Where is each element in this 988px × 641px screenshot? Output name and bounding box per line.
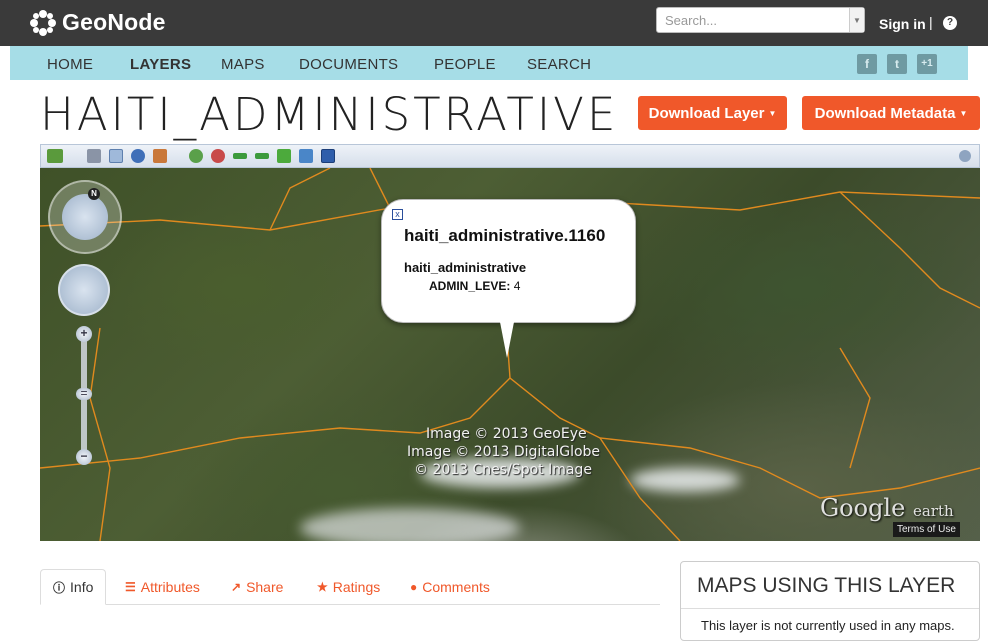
tab-comments-label: Comments <box>422 579 490 595</box>
divider <box>681 608 979 609</box>
tab-ratings-label: Ratings <box>332 579 381 595</box>
nav-layers[interactable]: LAYERS <box>130 56 191 73</box>
imagery-credit: © 2013 Cnes/Spot Image <box>414 462 592 478</box>
popup-attribute: ADMIN_LEVE: 4 <box>429 279 520 293</box>
popup-attr-name: ADMIN_LEVE: <box>429 279 511 293</box>
zoom-out-icon[interactable] <box>211 149 225 163</box>
comment-icon: ● <box>410 580 418 594</box>
map-help-icon[interactable] <box>959 150 971 162</box>
search-dropdown-icon[interactable]: ▼ <box>849 8 864 32</box>
pan-hand-icon[interactable] <box>58 264 110 316</box>
pan-icon[interactable] <box>109 149 123 163</box>
north-indicator: N <box>88 188 100 200</box>
tab-share[interactable]: ↗ Share <box>231 569 283 605</box>
brand-name: GeoNode <box>62 9 166 35</box>
layers-icon[interactable] <box>47 149 63 163</box>
main-nav: HOME LAYERS MAPS DOCUMENTS PEOPLE SEARCH… <box>10 46 968 80</box>
measure-icon[interactable] <box>153 149 167 163</box>
popup-pointer <box>500 322 514 358</box>
star-icon: ★ <box>317 580 328 594</box>
imagery-credit: Image © 2013 DigitalGlobe <box>407 444 601 460</box>
tab-attributes[interactable]: ☰ Attributes <box>125 569 200 605</box>
sign-in-link[interactable]: Sign in <box>879 16 926 32</box>
nav-maps[interactable]: MAPS <box>221 56 265 73</box>
tab-info[interactable]: ⓘ Info <box>40 569 107 605</box>
download-layer-label: Download Layer <box>648 104 765 122</box>
forward-arrow-icon[interactable] <box>255 153 269 159</box>
geonode-logo[interactable]: GeoNode <box>30 9 166 36</box>
top-bar: GeoNode ▼ Sign in | ? <box>0 0 988 46</box>
back-arrow-icon[interactable] <box>233 153 247 159</box>
maps-using-layer-panel: MAPS USING THIS LAYER This layer is not … <box>680 561 980 641</box>
info-circle-icon: ⓘ <box>53 580 66 595</box>
terms-of-use-link[interactable]: Terms of Use <box>893 522 960 537</box>
caret-down-icon: ▼ <box>768 108 777 118</box>
tab-ratings[interactable]: ★ Ratings <box>317 569 380 605</box>
download-layer-button[interactable]: Download Layer ▼ <box>638 96 787 130</box>
share-icon: ↗ <box>231 580 242 594</box>
info-icon[interactable] <box>131 149 145 163</box>
list-icon: ☰ <box>125 580 136 594</box>
zoom-in-button[interactable]: + <box>76 326 92 342</box>
globe-3d-icon[interactable] <box>321 149 335 163</box>
detail-tabs: ⓘ Info ☰ Attributes ↗ Share ★ Ratings ● … <box>40 569 660 605</box>
map-viewport[interactable]: N + = − x haiti_administrative.1160 hait… <box>40 168 980 541</box>
popup-title: haiti_administrative.1160 <box>404 226 606 245</box>
logo-icon <box>30 9 56 36</box>
map-toolbar <box>40 144 980 168</box>
facebook-icon[interactable]: f <box>857 54 877 74</box>
tab-attributes-label: Attributes <box>140 579 200 595</box>
nav-documents[interactable]: DOCUMENTS <box>299 56 398 73</box>
google-plus-icon[interactable]: +1 <box>917 54 937 74</box>
zoom-out-button[interactable]: − <box>76 449 92 465</box>
tab-comments[interactable]: ● Comments <box>410 569 490 605</box>
feature-popup: x haiti_administrative.1160 haiti_admini… <box>381 199 636 323</box>
page-title: HAITI_ADMINISTRATIVE <box>40 88 619 141</box>
google-earth-logo: Google earth <box>820 494 954 522</box>
tab-info-label: Info <box>70 579 94 595</box>
imagery-credit: Image © 2013 GeoEye <box>426 426 587 442</box>
look-control-icon[interactable] <box>62 194 108 240</box>
nav-people[interactable]: PEOPLE <box>434 56 496 73</box>
maps-panel-text: This layer is not currently used in any … <box>701 618 955 633</box>
navigation-ring[interactable]: N <box>48 180 122 254</box>
grid-icon[interactable] <box>299 149 313 163</box>
nav-search[interactable]: SEARCH <box>527 56 591 73</box>
print-icon[interactable] <box>87 149 101 163</box>
help-icon[interactable]: ? <box>943 16 957 30</box>
tab-share-label: Share <box>246 579 284 595</box>
zoom-in-icon[interactable] <box>189 149 203 163</box>
popup-attr-value: 4 <box>513 279 521 293</box>
earth-logo-text: earth <box>912 502 954 520</box>
close-icon[interactable]: x <box>392 209 403 220</box>
twitter-icon[interactable]: t <box>887 54 907 74</box>
download-metadata-button[interactable]: Download Metadata ▼ <box>802 96 980 130</box>
download-metadata-label: Download Metadata <box>814 104 956 122</box>
maps-panel-title: MAPS USING THIS LAYER <box>697 574 956 597</box>
zoom-extent-icon[interactable] <box>277 149 291 163</box>
google-logo-text: Google <box>820 494 906 522</box>
search-input[interactable] <box>657 8 849 32</box>
caret-down-icon: ▼ <box>959 108 968 118</box>
header-separator: | <box>929 14 933 30</box>
nav-home[interactable]: HOME <box>47 56 93 73</box>
zoom-slider-handle[interactable]: = <box>76 387 92 400</box>
search-box: ▼ <box>656 7 865 33</box>
popup-layer-name: haiti_administrative <box>404 260 527 275</box>
